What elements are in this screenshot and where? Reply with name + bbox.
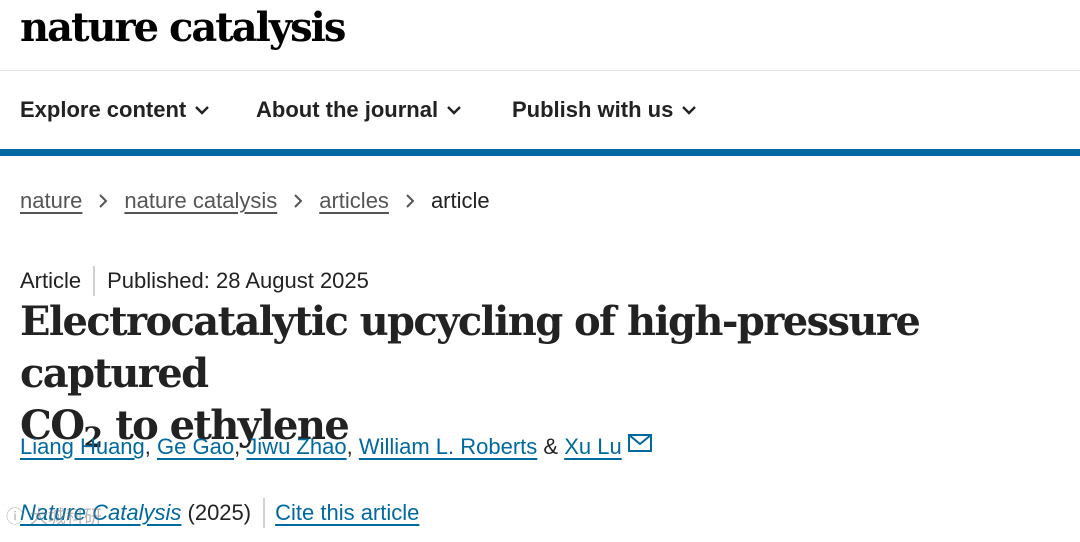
nav-label: Explore content (20, 97, 187, 122)
article-type: Article (20, 268, 82, 293)
main-nav: Explore content About the journal Publis… (0, 71, 1080, 149)
chevron-down-icon (682, 106, 697, 115)
watermark: ⓘ 大城科研 (6, 507, 102, 528)
meta-divider (93, 266, 96, 296)
article-meta: Article Published: 28 August 2025 (20, 266, 369, 296)
author-link[interactable]: Jiwu Zhao (246, 432, 346, 462)
breadcrumb-nature-catalysis[interactable]: nature catalysis (124, 186, 277, 216)
publish-date: Published: 28 August 2025 (107, 268, 369, 293)
author-link[interactable]: Liang Huang (20, 432, 145, 462)
breadcrumb-current: article (430, 188, 490, 213)
chevron-right-icon (294, 194, 303, 208)
author-and: & (537, 434, 565, 459)
site-header: nature catalysis (0, 0, 1080, 71)
citation-divider (263, 498, 266, 528)
author-separator: , (234, 434, 247, 459)
chevron-down-icon (195, 106, 210, 115)
cite-this-article-link[interactable]: Cite this article (275, 498, 419, 528)
author-link[interactable]: Xu Lu (564, 432, 622, 462)
author-list: Liang Huang , Ge Gao , Jiwu Zhao , Willi… (20, 432, 652, 462)
nav-publish-with-us[interactable]: Publish with us (512, 96, 697, 124)
nav-about-journal[interactable]: About the journal (256, 96, 462, 124)
nav-label: Publish with us (512, 97, 674, 122)
mail-icon[interactable] (627, 434, 652, 452)
author-separator: , (144, 434, 158, 459)
author-link[interactable]: William L. Roberts (359, 432, 537, 462)
nav-explore-content[interactable]: Explore content (20, 96, 210, 124)
breadcrumb-articles[interactable]: articles (319, 186, 389, 216)
nav-accent-bar (0, 149, 1080, 156)
chevron-right-icon (406, 194, 415, 208)
breadcrumb: nature nature catalysis articles article (20, 186, 490, 216)
breadcrumb-nature[interactable]: nature (20, 186, 82, 216)
author-link[interactable]: Ge Gao (157, 432, 234, 462)
site-logo[interactable]: nature catalysis (20, 2, 346, 54)
nav-label: About the journal (256, 97, 439, 122)
chevron-right-icon (99, 194, 108, 208)
chevron-down-icon (447, 106, 461, 115)
publication-year: (2025) (181, 500, 252, 525)
author-separator: , (346, 434, 359, 459)
title-line-1: Electrocatalytic upcycling of high-press… (20, 298, 921, 397)
